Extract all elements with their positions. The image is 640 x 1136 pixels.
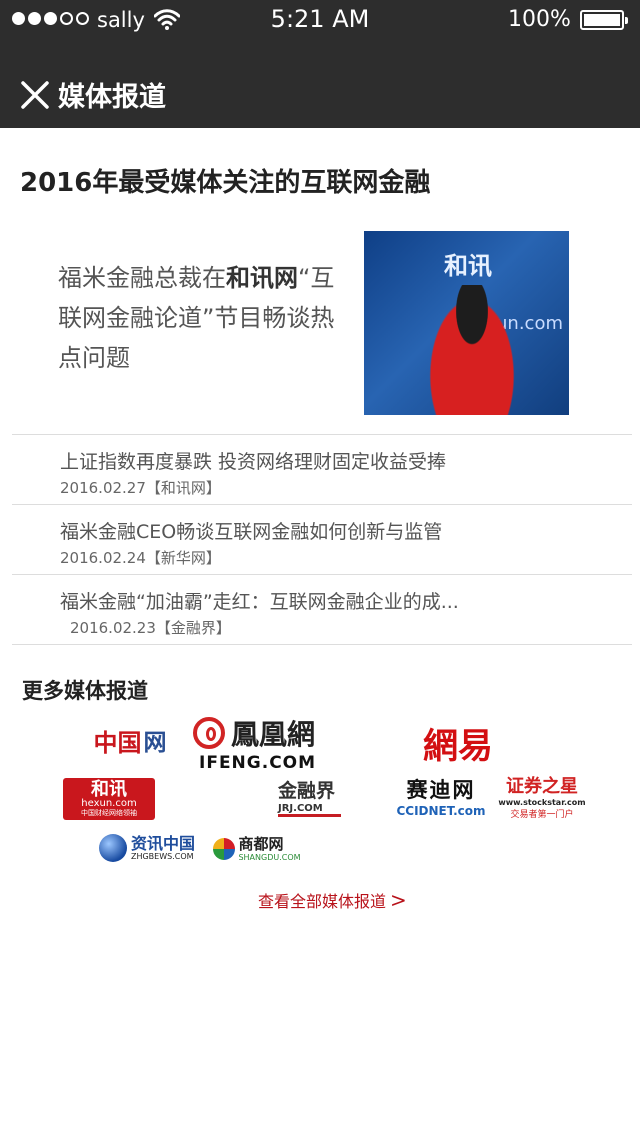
china-com-logo[interactable]: 中国 网	[86, 718, 174, 762]
view-all-media-link[interactable]: 查看全部媒体报道 >	[258, 888, 407, 912]
shangdu-icon	[213, 838, 236, 860]
page-title: 媒体报道	[58, 82, 166, 113]
news-list-item[interactable]: 上证指数再度暴跌 投资网络理财固定收益受捧 2016.02.27【和讯网】	[12, 435, 632, 505]
netease-logo[interactable]: 網易	[406, 720, 510, 767]
ifeng-logo[interactable]: 鳳凰網 IFENG.COM	[193, 717, 341, 773]
battery-level-fill	[584, 14, 620, 26]
battery-icon	[580, 10, 628, 30]
news-list: 上证指数再度暴跌 投资网络理财固定收益受捧 2016.02.27【和讯网】 福米…	[12, 434, 632, 645]
news-meta: 2016.02.23【金融界】	[70, 619, 231, 637]
news-meta: 2016.02.27【和讯网】	[60, 479, 221, 497]
news-title: 上证指数再度暴跌 投资网络理财固定收益受捧	[60, 451, 447, 473]
zhgbews-globe-icon	[98, 834, 127, 862]
featured-story-photo[interactable]: 和讯 hexun.com	[364, 231, 569, 415]
status-bar: sally 5:21 AM 100%	[0, 0, 640, 40]
news-list-item[interactable]: 福米金融“加油霸”走红：互联网金融企业的成... 2016.02.23【金融界】	[12, 575, 632, 645]
jrj-logo[interactable]: 金融界 JRJ.COM	[278, 776, 352, 817]
ifeng-mark: 鳳凰網	[193, 713, 315, 753]
ifeng-icon	[193, 717, 225, 749]
hexun-logo[interactable]: 和讯 hexun.com 中国财经网络领袖	[63, 778, 155, 820]
featured-story-text[interactable]: 福米金融总裁在和讯网“互联网金融论道”节目畅谈热点问题	[58, 258, 348, 378]
zhgbews-logo[interactable]: 资讯中国 ZHGBEWS.COM	[95, 830, 199, 866]
ccidnet-logo[interactable]: 赛迪网 CCIDNET.com	[396, 776, 485, 818]
shangdu-logo[interactable]: 商都网 SHANGDU.COM	[212, 832, 302, 866]
more-media-title: 更多媒体报道	[22, 679, 148, 703]
news-title: 福米金融CEO畅谈互联网金融如何创新与监管	[60, 521, 443, 543]
navigation-bar: 媒体报道	[0, 40, 640, 128]
close-icon[interactable]	[18, 78, 52, 112]
chevron-right-icon: >	[390, 888, 407, 912]
news-meta: 2016.02.24【新华网】	[60, 549, 221, 567]
news-list-item[interactable]: 福米金融CEO畅谈互联网金融如何创新与监管 2016.02.24【新华网】	[12, 505, 632, 575]
hexun-photo-logo: 和讯	[444, 252, 492, 280]
interviewee-figure	[422, 285, 522, 415]
featured-story[interactable]: 福米金融总裁在和讯网“互联网金融论道”节目畅谈热点问题 和讯 hexun.com	[0, 230, 640, 416]
section-headline: 2016年最受媒体关注的互联网金融	[20, 168, 431, 198]
battery-percentage: 100%	[508, 7, 571, 32]
stockstar-logo[interactable]: 证券之星 www.stockstar.com 交易者第一门户	[498, 774, 585, 820]
news-title: 福米金融“加油霸”走红：互联网金融企业的成...	[60, 591, 459, 613]
